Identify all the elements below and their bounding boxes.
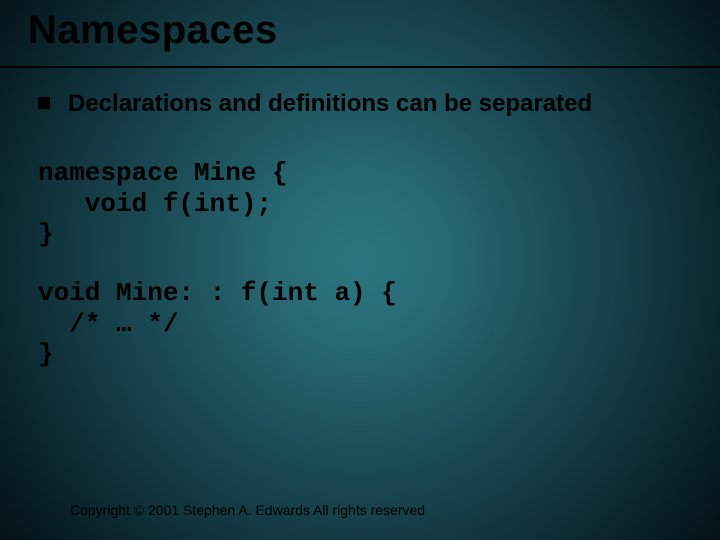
slide-title: Namespaces — [28, 8, 278, 53]
code-block-definition: void Mine: : f(int a) { /* … */ } — [38, 278, 397, 370]
title-underline — [0, 66, 720, 68]
code-block-declaration: namespace Mine { void f(int); } — [38, 158, 288, 250]
bullet-square-icon — [38, 97, 50, 109]
copyright-footer: Copyright © 2001 Stephen A. Edwards All … — [70, 502, 425, 518]
bullet-item: Declarations and definitions can be sepa… — [38, 90, 592, 118]
slide: Namespaces Declarations and definitions … — [0, 0, 720, 540]
bullet-text: Declarations and definitions can be sepa… — [68, 90, 592, 118]
